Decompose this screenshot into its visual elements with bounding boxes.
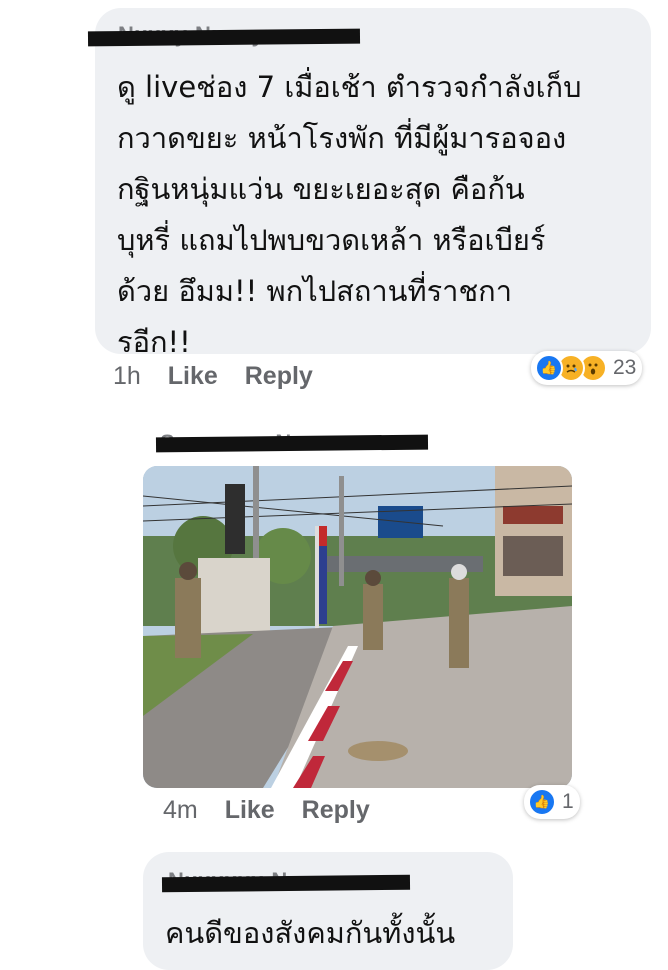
author-redaction-bar	[87, 28, 361, 47]
comment-timestamp[interactable]: 1h	[113, 362, 141, 390]
comment-actions: 1h Like Reply	[113, 362, 313, 391]
like-button[interactable]: Like	[168, 362, 218, 390]
reaction-count: 23	[613, 356, 637, 379]
reaction-summary[interactable]: 👍 1	[524, 785, 580, 819]
comment-photo[interactable]	[143, 466, 572, 788]
author-redaction-bar	[161, 874, 411, 893]
reaction-summary[interactable]: 👍 23	[531, 351, 643, 385]
comment-text: คนดีของสังคมกันทั้งนั้น	[165, 916, 456, 950]
comment-text: ดู liveช่อง 7 เมื่อเช้า ตำรวจกำลังเก็บ ก…	[117, 70, 582, 359]
like-button[interactable]: Like	[225, 796, 275, 824]
reply-button[interactable]: Reply	[302, 796, 370, 824]
like-icon: 👍	[528, 788, 556, 816]
reply-button[interactable]: Reply	[245, 362, 313, 390]
author-redaction-bar	[155, 434, 429, 453]
comment-actions: 4m Like Reply	[163, 796, 370, 825]
reaction-count: 1	[562, 790, 574, 813]
like-icon: 👍	[535, 354, 563, 382]
photo-police-sweeping	[143, 466, 572, 788]
comment-timestamp[interactable]: 4m	[163, 796, 198, 824]
